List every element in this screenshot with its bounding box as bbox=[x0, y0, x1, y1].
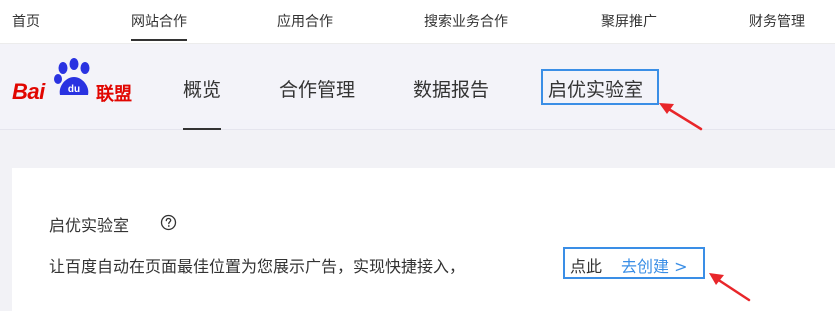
baidu-paw-icon: du bbox=[54, 58, 90, 95]
red-arrow-icon bbox=[659, 103, 703, 131]
tab-lab[interactable]: 启优实验室 bbox=[548, 75, 643, 102]
create-link[interactable]: 去创建 > bbox=[621, 253, 688, 277]
top-nav-home[interactable]: 首页 bbox=[12, 11, 40, 31]
top-nav: 首页 网站合作 应用合作 搜索业务合作 聚屏推广 财务管理 bbox=[0, 0, 835, 44]
card-description: 让百度自动在页面最佳位置为您展示广告，实现快捷接入， bbox=[49, 257, 466, 276]
cta-prefix: 点此 bbox=[570, 257, 603, 276]
tab-data-report[interactable]: 数据报告 bbox=[413, 75, 489, 102]
red-arrow-icon bbox=[709, 273, 751, 302]
top-nav-website-coop[interactable]: 网站合作 bbox=[131, 11, 187, 41]
logo-du-text: du bbox=[68, 84, 80, 95]
card-title: 启优实验室 bbox=[49, 216, 130, 235]
baidu-union-logo[interactable]: Bai du 联盟 bbox=[12, 58, 137, 105]
create-cta-highlight[interactable]: 点此 去创建 > bbox=[563, 247, 705, 279]
tab-lab-highlight[interactable]: 启优实验室 bbox=[541, 69, 659, 105]
product-header: Bai du 联盟 概览 合作管理 数据报告 启优实验室 bbox=[0, 44, 835, 130]
top-nav-screen-promo[interactable]: 聚屏推广 bbox=[601, 11, 657, 31]
top-nav-finance[interactable]: 财务管理 bbox=[749, 11, 805, 31]
tab-coop-management[interactable]: 合作管理 bbox=[279, 75, 355, 102]
question-circle-icon[interactable] bbox=[160, 214, 177, 231]
logo-union-text: 联盟 bbox=[96, 84, 132, 105]
logo-bai-text: Bai bbox=[12, 79, 45, 104]
top-nav-search-coop[interactable]: 搜索业务合作 bbox=[424, 11, 508, 31]
top-nav-app-coop[interactable]: 应用合作 bbox=[277, 11, 333, 31]
tab-overview[interactable]: 概览 bbox=[183, 75, 222, 130]
